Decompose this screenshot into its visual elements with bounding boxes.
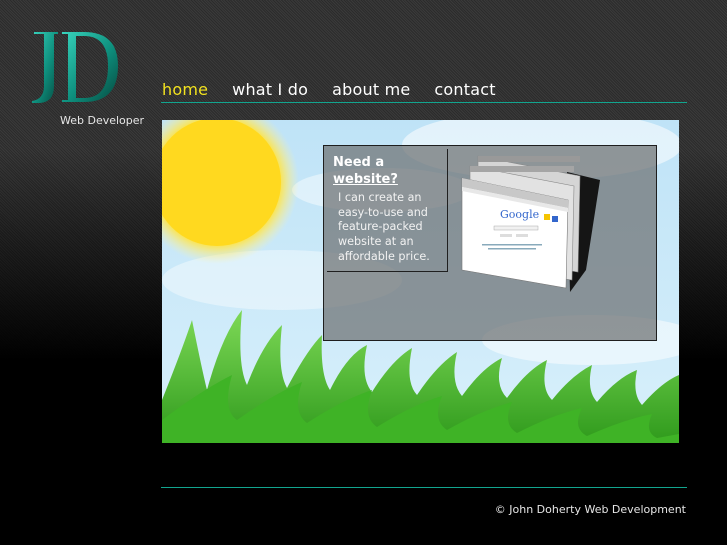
headline-prefix: Need a	[333, 155, 385, 170]
google-logo-text: Google	[500, 208, 539, 221]
main-nav: home what I do about me contact	[162, 80, 496, 99]
nav-divider	[161, 102, 687, 103]
promo-body: I can create an easy-to-use and feature-…	[338, 191, 430, 263]
nav-contact[interactable]: contact	[434, 80, 495, 99]
tagline: Web Developer	[60, 114, 145, 127]
promo-headline: Need a website?	[333, 154, 398, 188]
footer-divider	[161, 487, 687, 488]
website-link[interactable]: website?	[333, 171, 398, 188]
nav-home[interactable]: home	[162, 80, 208, 99]
jd-logo[interactable]	[28, 28, 128, 108]
nav-what-i-do[interactable]: what I do	[232, 80, 308, 99]
nav-about-me[interactable]: about me	[332, 80, 410, 99]
browser-screenshots: Google	[461, 155, 600, 292]
footer-copyright: © John Doherty Web Development	[494, 503, 686, 516]
